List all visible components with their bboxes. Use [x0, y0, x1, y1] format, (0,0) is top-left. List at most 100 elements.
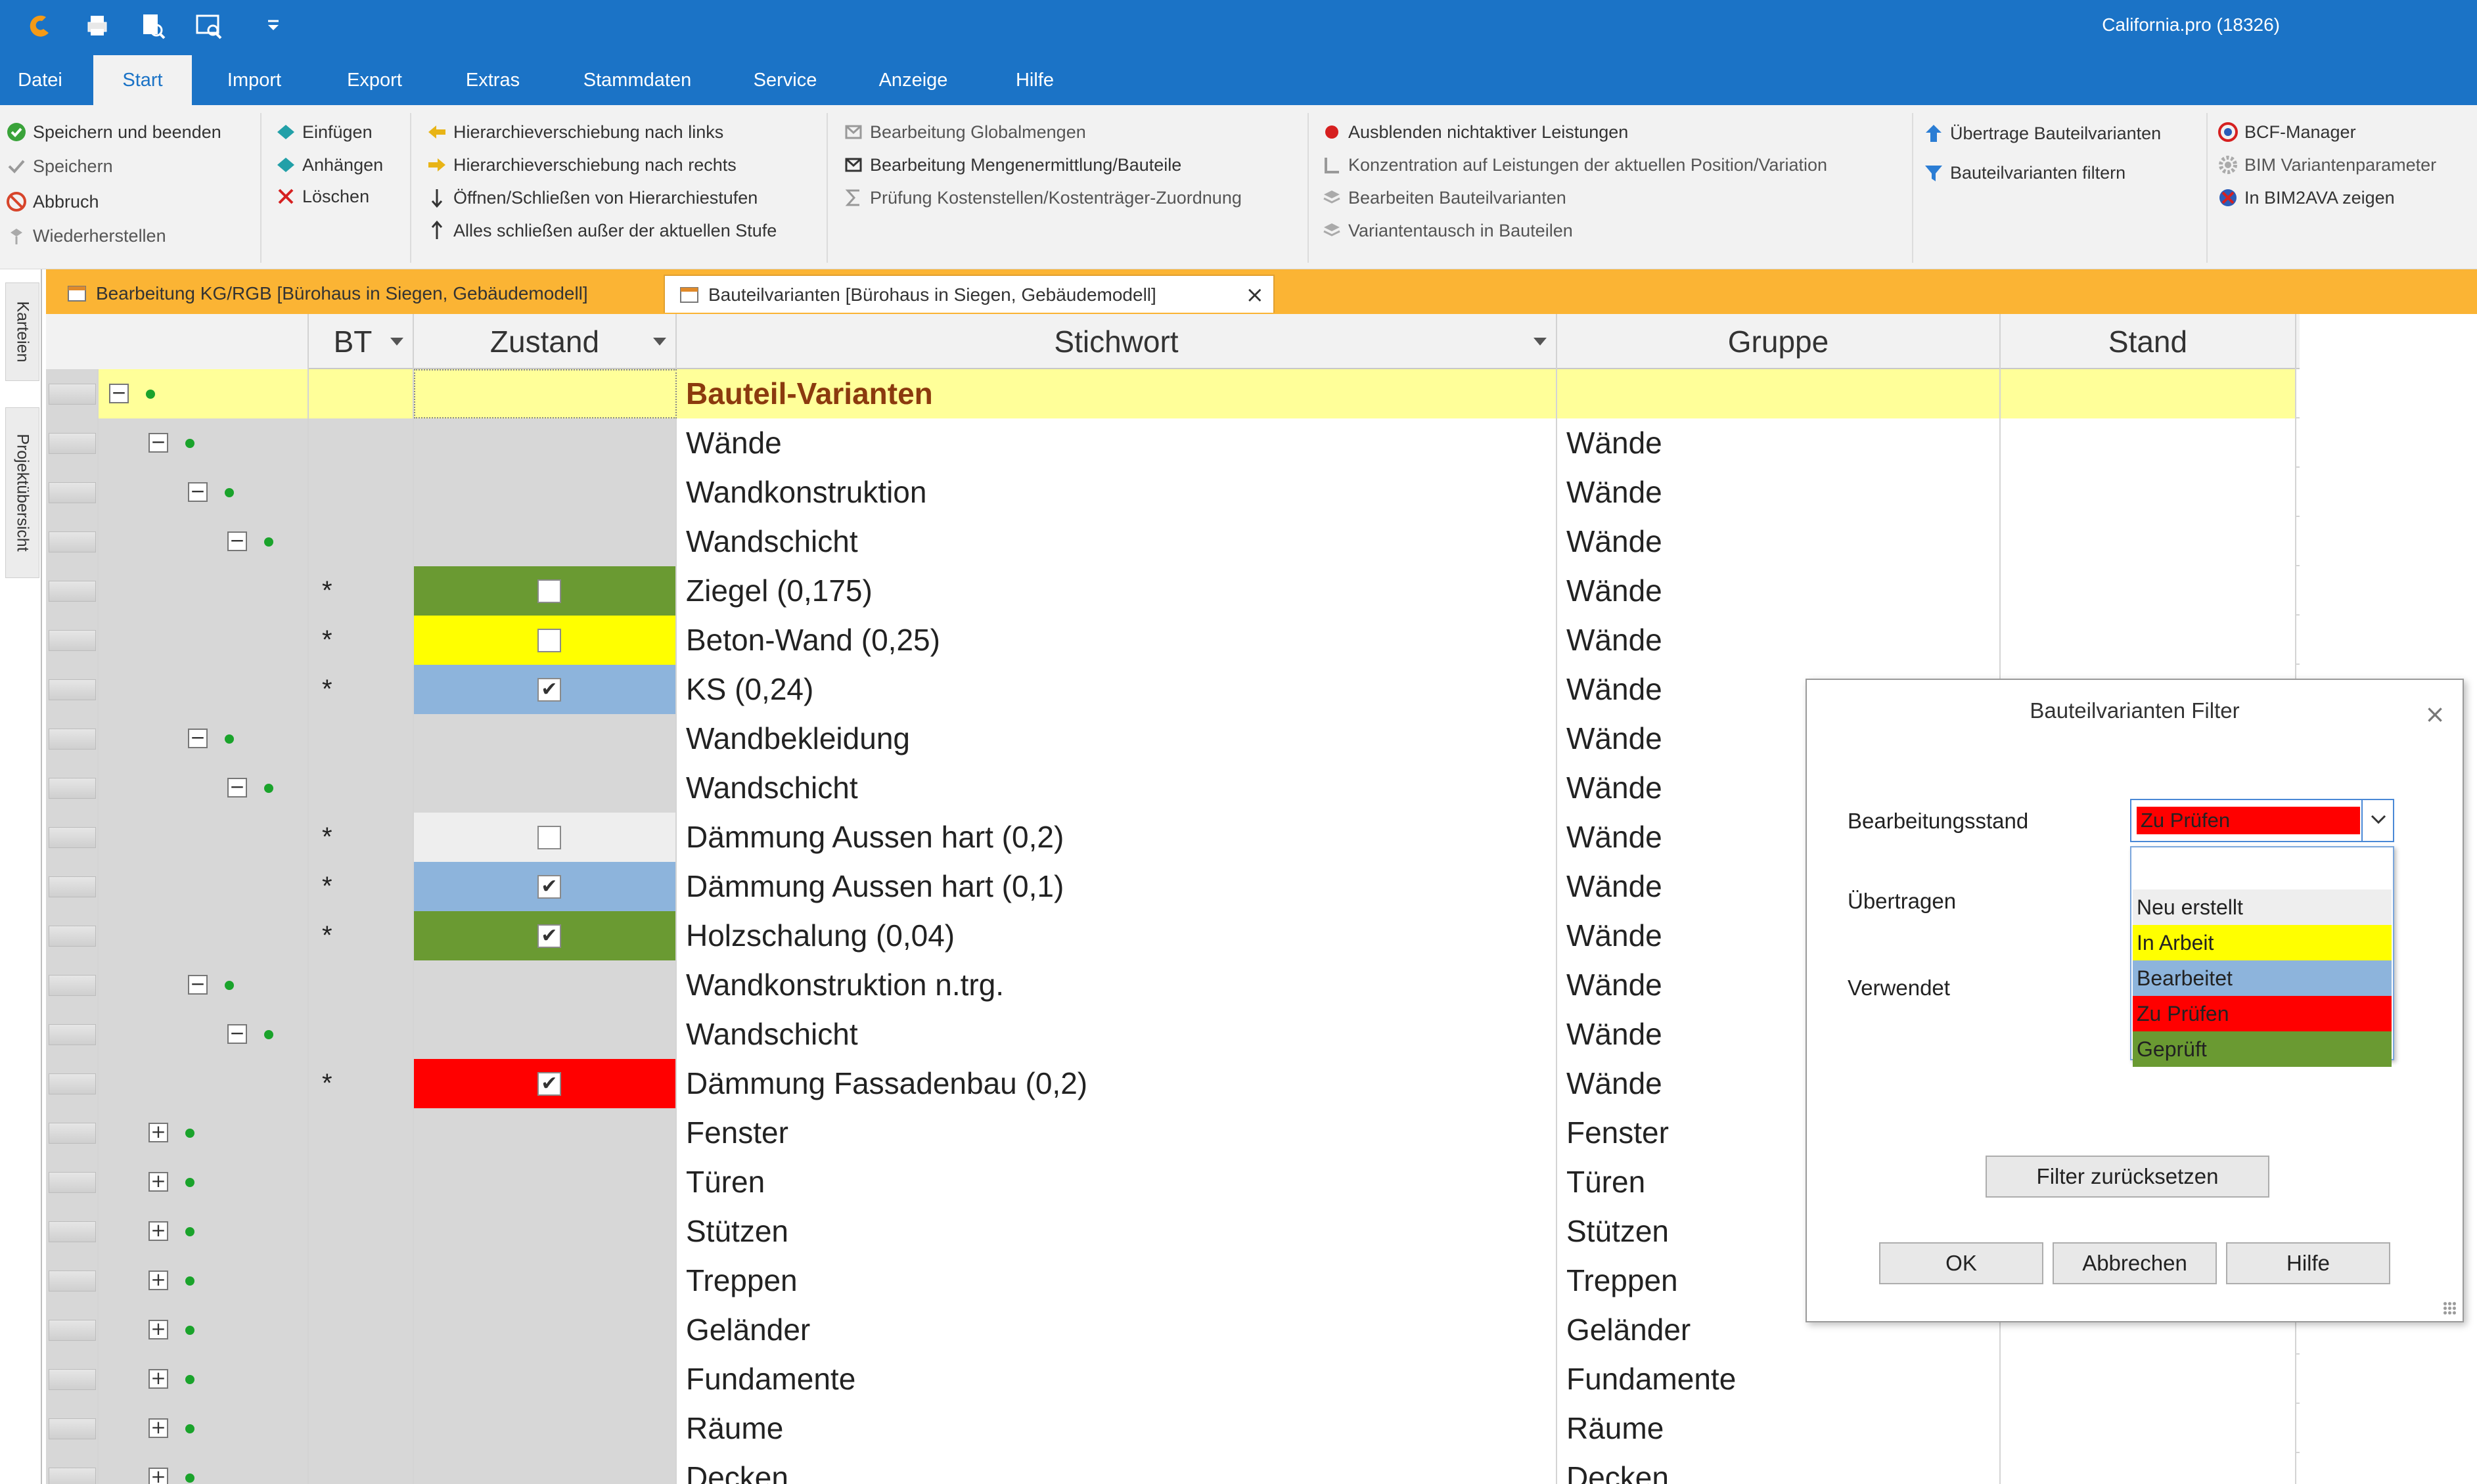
zustand-cell[interactable]: [414, 1158, 677, 1207]
stand-cell[interactable]: [2001, 616, 2296, 665]
stichwort-cell[interactable]: Wandschicht: [677, 763, 1557, 813]
row-selector[interactable]: [46, 468, 99, 517]
zustand-cell[interactable]: [414, 1108, 677, 1158]
bt-cell[interactable]: *: [309, 862, 414, 911]
menu-tab-export[interactable]: Export: [329, 55, 420, 105]
stichwort-cell[interactable]: Bauteil-Varianten: [677, 369, 1557, 418]
row-handle[interactable]: [49, 827, 96, 848]
ok-button[interactable]: OK: [1879, 1242, 2043, 1284]
bt-cell[interactable]: [309, 1453, 414, 1484]
zustand-cell[interactable]: [414, 369, 677, 418]
menu-tab-hilfe[interactable]: Hilfe: [992, 55, 1078, 105]
bt-cell[interactable]: *: [309, 566, 414, 616]
stand-cell[interactable]: [2001, 369, 2296, 418]
app-logo-icon[interactable]: [26, 12, 55, 41]
option-in-arbeit[interactable]: In Arbeit: [2133, 925, 2392, 960]
row-handle[interactable]: [49, 384, 96, 405]
stichwort-cell[interactable]: Ziegel (0,175): [677, 566, 1557, 616]
bt-cell[interactable]: [309, 1108, 414, 1158]
collapse-icon[interactable]: −: [148, 433, 168, 453]
doc-tab-kg-rgb[interactable]: Bearbeitung KG/RGB [Bürohaus in Siegen, …: [53, 275, 664, 313]
stichwort-cell[interactable]: Türen: [677, 1158, 1557, 1207]
resize-grip-icon[interactable]: [2443, 1301, 2456, 1315]
stichwort-cell[interactable]: Wandkonstruktion: [677, 468, 1557, 517]
zustand-cell[interactable]: [414, 418, 677, 468]
stichwort-cell[interactable]: Wandschicht: [677, 517, 1557, 566]
row-handle[interactable]: [49, 729, 96, 750]
row-selector[interactable]: [46, 566, 99, 616]
zustand-cell[interactable]: ✔: [414, 1059, 677, 1108]
bt-cell[interactable]: [309, 418, 414, 468]
bt-cell[interactable]: [309, 763, 414, 813]
bt-cell[interactable]: [309, 1256, 414, 1305]
zustand-cell[interactable]: [414, 1355, 677, 1404]
help-button[interactable]: Hilfe: [2226, 1242, 2390, 1284]
row-handle[interactable]: [49, 1073, 96, 1094]
bt-cell[interactable]: [309, 517, 414, 566]
cost-center-check-button[interactable]: Prüfung Kostenstellen/Kostenträger-Zuord…: [842, 183, 1242, 213]
close-tab-icon[interactable]: ×: [1246, 276, 1265, 314]
bt-cell[interactable]: [309, 468, 414, 517]
table-row[interactable]: − Wände Wände: [46, 418, 2300, 468]
stichwort-cell[interactable]: Treppen: [677, 1256, 1557, 1305]
zustand-cell[interactable]: [414, 714, 677, 763]
row-selector[interactable]: [46, 1010, 99, 1059]
bt-cell[interactable]: *: [309, 616, 414, 665]
close-all-except-button[interactable]: Alles schließen außer der aktuellen Stuf…: [426, 215, 777, 246]
stichwort-cell[interactable]: Fundamente: [677, 1355, 1557, 1404]
row-selector[interactable]: [46, 714, 99, 763]
header-stand[interactable]: Stand: [2001, 314, 2296, 369]
append-button[interactable]: Anhängen: [275, 150, 383, 180]
bt-cell[interactable]: [309, 1305, 414, 1355]
table-row[interactable]: + Decken Decken: [46, 1453, 2300, 1484]
row-selector[interactable]: [46, 1355, 99, 1404]
option-geprueft[interactable]: Geprüft: [2133, 1031, 2392, 1067]
shift-left-button[interactable]: Hierarchieverschiebung nach links: [426, 117, 723, 147]
row-selector[interactable]: [46, 1404, 99, 1453]
row-selector[interactable]: [46, 517, 99, 566]
collapse-icon[interactable]: −: [227, 1024, 247, 1044]
print-icon[interactable]: [83, 12, 112, 41]
sort-caret-icon[interactable]: [390, 338, 403, 346]
save-and-close-button[interactable]: Speichern und beenden: [5, 117, 221, 147]
zustand-cell[interactable]: [414, 566, 677, 616]
stand-cell[interactable]: [2001, 1453, 2296, 1484]
stichwort-cell[interactable]: Stützen: [677, 1207, 1557, 1256]
row-handle[interactable]: [49, 679, 96, 700]
row-selector[interactable]: [46, 1305, 99, 1355]
bt-cell[interactable]: *: [309, 813, 414, 862]
insert-button[interactable]: Einfügen: [275, 117, 373, 147]
table-row[interactable]: * Ziegel (0,175) Wände: [46, 566, 2300, 616]
sort-caret-icon[interactable]: [653, 338, 666, 346]
row-handle[interactable]: [49, 876, 96, 897]
menu-tab-datei[interactable]: Datei: [0, 55, 80, 105]
bt-cell[interactable]: [309, 1404, 414, 1453]
menu-tab-anzeige[interactable]: Anzeige: [861, 55, 966, 105]
cancel-edit-button[interactable]: Abbruch: [5, 187, 99, 217]
header-gruppe[interactable]: Gruppe: [1557, 314, 2001, 369]
edit-variants-button[interactable]: Bearbeiten Bauteilvarianten: [1321, 183, 1566, 213]
stichwort-cell[interactable]: Holzschalung (0,04): [677, 911, 1557, 960]
zustand-cell[interactable]: ✔: [414, 862, 677, 911]
cancel-button[interactable]: Abbrechen: [2053, 1242, 2217, 1284]
header-stichwort[interactable]: Stichwort: [677, 314, 1557, 369]
quantity-takeoff-button[interactable]: Bearbeitung Mengenermittlung/Bauteile: [842, 150, 1181, 180]
row-selector[interactable]: [46, 418, 99, 468]
row-selector[interactable]: [46, 1059, 99, 1108]
stichwort-cell[interactable]: Wandschicht: [677, 1010, 1557, 1059]
stichwort-cell[interactable]: Räume: [677, 1404, 1557, 1453]
expand-icon[interactable]: +: [148, 1270, 168, 1290]
bim-parameters-button[interactable]: BIM Variantenparameter: [2217, 150, 2436, 180]
row-handle[interactable]: [49, 1418, 96, 1439]
state-checkbox[interactable]: ✔: [537, 924, 561, 948]
row-handle[interactable]: [49, 1172, 96, 1193]
bt-cell[interactable]: [309, 714, 414, 763]
collapse-icon[interactable]: −: [188, 729, 208, 748]
gruppe-cell[interactable]: [1557, 369, 2001, 418]
bt-cell[interactable]: *: [309, 911, 414, 960]
stand-cell[interactable]: [2001, 468, 2296, 517]
gruppe-cell[interactable]: Wände: [1557, 468, 2001, 517]
bearbeitungsstand-select[interactable]: Zu Prüfen: [2130, 799, 2394, 842]
gruppe-cell[interactable]: Fundamente: [1557, 1355, 2001, 1404]
sort-caret-icon[interactable]: [1534, 338, 1547, 346]
